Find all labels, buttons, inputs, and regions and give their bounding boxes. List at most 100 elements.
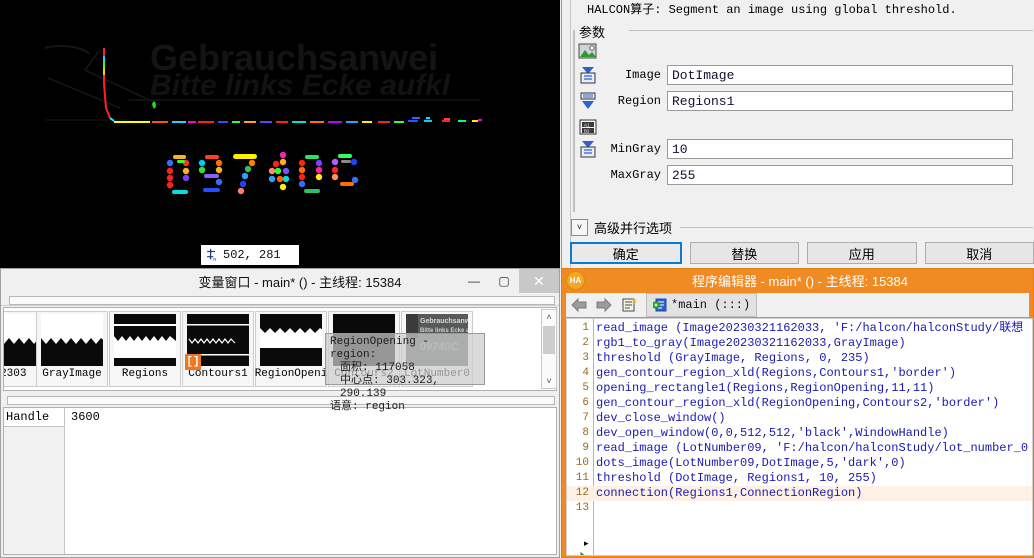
apply-button[interactable]: 应用 — [807, 242, 917, 264]
iconic-panel-scrollbar[interactable]: ˄ ˅ — [541, 309, 557, 389]
cursor-marker-icon: ▸ — [584, 538, 589, 548]
list-item-label: 02303 — [4, 368, 27, 380]
control-variable-value[interactable]: 3600 — [65, 408, 100, 426]
advanced-options-section[interactable]: ˅ 高级并行选项 — [571, 218, 1033, 236]
code-line[interactable]: 1 read_image (Image20230321162033, 'F:/h… — [567, 321, 1032, 336]
code-line[interactable]: 7 dev_close_window() — [567, 411, 1032, 426]
line-number: 11 — [575, 472, 589, 484]
line-text: gen_contour_region_xld(Regions,Contours1… — [596, 366, 957, 380]
code-line[interactable]: 4 gen_contour_region_xld(Regions,Contour… — [567, 366, 1032, 381]
graphics-window[interactable]: Gebrauchsanwei Bitte links Ecke aufkl R … — [0, 0, 560, 268]
code-line[interactable]: 10 dots_image(LotNumber09,DotImage,5,'da… — [567, 456, 1032, 471]
line-text: threshold (DotImage, Regions1, 10, 255) — [596, 471, 877, 485]
line-text: rgb1_to_gray(Image20230321162033,GrayIma… — [596, 336, 906, 350]
tooltip-center-label: 中心点: — [340, 375, 380, 387]
variable-window-title: 变量窗口 - main* () - 主线程: 15384 — [198, 274, 402, 290]
arrow-left-icon[interactable] — [569, 295, 589, 315]
list-item[interactable]: RegionOpeni — [255, 311, 327, 387]
svg-text:R: R — [213, 257, 216, 262]
tooltip-semantic-label: 语意: — [330, 401, 359, 413]
code-line[interactable]: 8 dev_open_window(0,0,512,512,'black',Wi… — [567, 426, 1032, 441]
advanced-expander-icon[interactable]: ˅ — [571, 218, 588, 236]
operator-parameter-dialog[interactable]: HALCON算子: Segment an image using global … — [561, 0, 1034, 268]
code-line-current[interactable]: 12 connection(Regions1,ConnectionRegion) — [567, 486, 1032, 501]
scroll-up-arrow[interactable]: ˄ — [542, 310, 556, 324]
coordinate-value: 502, 281 — [223, 248, 281, 262]
scroll-down-arrow[interactable]: ˅ — [542, 374, 556, 388]
code-line[interactable]: 3 threshold (GrayImage, Regions, 0, 235) — [567, 351, 1032, 366]
line-number: 9 — [582, 442, 589, 454]
code-line[interactable]: 6 gen_contour_region_xld(RegionOpening,C… — [567, 396, 1032, 411]
line-number: 13 — [575, 502, 589, 514]
control-param-icon: A1 B2 — [579, 119, 597, 135]
operator-description-header: HALCON算子: Segment an image using global … — [587, 3, 957, 17]
param-row-image[interactable]: Image — [571, 64, 1033, 86]
param-row-mingray[interactable]: MinGray — [571, 138, 1033, 160]
code-line[interactable]: 2 rgb1_to_gray(Image20230321162033,GrayI… — [567, 336, 1032, 351]
mingray-input[interactable] — [667, 139, 1013, 159]
param-row-region[interactable]: Region — [571, 90, 1033, 112]
line-text: dev_open_window(0,0,512,512,'black',Wind… — [596, 426, 949, 440]
line-number: 3 — [582, 352, 589, 364]
variable-window-titlebar[interactable]: 变量窗口 - main* () - 主线程: 15384 — ▢ ✕ — [1, 269, 559, 293]
parameter-group: 参数 Image Region — [571, 22, 1033, 212]
program-editor-titlebar[interactable]: HA 程序编辑器 - main* () - 主线程: 15384 — [562, 269, 1033, 291]
scrollbar-thumb[interactable] — [543, 326, 555, 354]
green-arrow-right-icon[interactable] — [572, 551, 588, 556]
line-number: 7 — [582, 412, 589, 424]
region-input[interactable] — [667, 91, 1013, 111]
cancel-button[interactable]: 取消 — [924, 242, 1034, 264]
ok-button[interactable]: 确定 — [570, 242, 682, 264]
image-variable-icon — [578, 43, 597, 59]
cursor-coordinate-tooltip: R 502, 281 — [200, 244, 300, 266]
input-control-icon — [580, 141, 596, 158]
line-number: 10 — [575, 457, 589, 469]
svg-text:A1: A1 — [584, 122, 590, 127]
maximize-button[interactable]: ▢ — [489, 269, 519, 293]
line-text: dev_close_window() — [596, 411, 726, 425]
variable-window-toolbar — [1, 293, 559, 306]
iconic-variable-tooltip: RegionOpening - region: 面积: 117058 中心点: … — [325, 333, 485, 413]
line-number: 5 — [582, 382, 589, 394]
halcon-logo-icon: HA — [566, 270, 585, 290]
dialog-left-rail — [562, 0, 571, 268]
tooltip-area-label: 面积: — [340, 362, 369, 374]
code-line[interactable]: 5 opening_rectangle1(Regions,RegionOpeni… — [567, 381, 1032, 396]
control-variables-panel[interactable]: Handle 3600 — [3, 407, 557, 555]
minimize-button[interactable]: — — [459, 269, 489, 293]
param-row-maxgray[interactable]: MaxGray — [571, 164, 1033, 186]
line-text: threshold (GrayImage, Regions, 0, 235) — [596, 351, 870, 365]
maxgray-input[interactable] — [667, 165, 1013, 185]
procedure-tab-main[interactable]: *main (:::) — [646, 293, 758, 317]
tooltip-area-value: 117058 — [375, 362, 415, 374]
group-border-top — [629, 30, 1033, 31]
program-editor-toolbar[interactable]: *main (:::) — [566, 293, 1029, 317]
line-text: gen_contour_region_xld(RegionOpening,Con… — [596, 396, 1000, 410]
line-number: 6 — [582, 397, 589, 409]
thumbnail — [260, 314, 322, 366]
output-object-icon — [580, 92, 596, 109]
image-input[interactable] — [667, 65, 1013, 85]
code-line[interactable]: 9 read_image (LotNumber09, 'F:/halcon/ha… — [567, 441, 1032, 456]
code-editor[interactable]: 1 read_image (Image20230321162033, 'F:/h… — [566, 318, 1033, 556]
close-button[interactable]: ✕ — [519, 269, 559, 293]
line-number: 8 — [582, 427, 589, 439]
tooltip-header: RegionOpening - region: — [330, 336, 430, 361]
crosshair-row-column-icon: R — [207, 248, 216, 262]
replace-button[interactable]: 替换 — [689, 242, 799, 264]
code-line[interactable]: 11 threshold (DotImage, Regions1, 10, 25… — [567, 471, 1032, 486]
list-item-label: Regions — [121, 368, 169, 380]
list-item[interactable]: Regions — [109, 311, 181, 387]
list-item-label: RegionOpeni — [254, 368, 328, 380]
line-text: opening_rectangle1(Regions,RegionOpening… — [596, 381, 935, 395]
param-row-image-icon — [571, 40, 1033, 62]
list-item[interactable]: [] Contours1 — [182, 311, 254, 387]
list-item[interactable]: GrayImage — [36, 311, 108, 387]
program-editor-title: 程序编辑器 - main* () - 主线程: 15384 — [692, 273, 908, 289]
new-procedure-icon[interactable] — [619, 295, 639, 315]
list-item-label: GrayImage — [42, 368, 102, 380]
code-line[interactable]: 13 — [567, 501, 1032, 516]
input-object-icon — [580, 67, 596, 84]
program-editor-window[interactable]: HA 程序编辑器 - main* () - 主线程: 15384 *main (… — [561, 268, 1034, 558]
arrow-right-icon[interactable] — [594, 295, 614, 315]
